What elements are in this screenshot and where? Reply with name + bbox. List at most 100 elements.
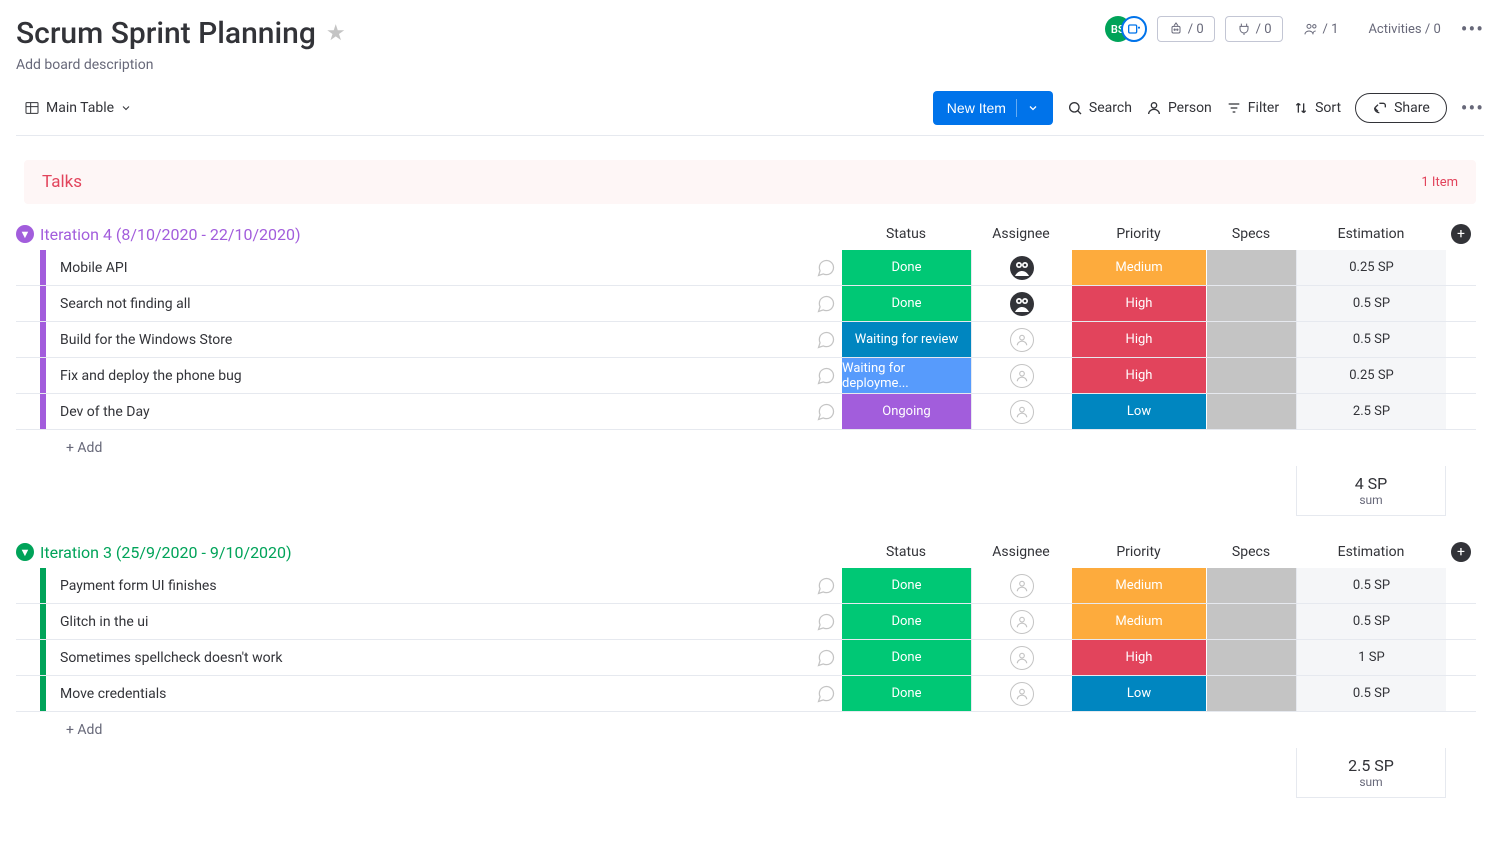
status-cell[interactable]: Done [841, 568, 971, 603]
priority-cell[interactable]: Low [1071, 676, 1206, 711]
chat-icon[interactable] [816, 330, 836, 350]
item-name[interactable]: Build for the Windows Store [46, 322, 811, 357]
chat-icon[interactable] [816, 576, 836, 596]
search-button[interactable]: Search [1067, 100, 1132, 116]
item-name[interactable]: Mobile API [46, 250, 811, 285]
column-header-priority[interactable]: Priority [1071, 538, 1206, 566]
estimation-cell[interactable]: 0.25 SP [1296, 250, 1446, 285]
status-cell[interactable]: Done [841, 640, 971, 675]
estimation-cell[interactable]: 0.5 SP [1296, 322, 1446, 357]
priority-cell[interactable]: High [1071, 640, 1206, 675]
specs-cell[interactable] [1206, 358, 1296, 393]
toolbar-more-icon[interactable]: ••• [1461, 96, 1484, 120]
chat-icon[interactable] [816, 366, 836, 386]
specs-cell[interactable] [1206, 250, 1296, 285]
add-item-button[interactable]: + Add [66, 722, 102, 738]
item-name[interactable]: Glitch in the ui [46, 604, 811, 639]
assignee-empty-icon[interactable] [1010, 574, 1034, 598]
assignee-cell[interactable] [971, 394, 1071, 429]
activities-button[interactable]: Activities / 0 [1358, 18, 1450, 41]
chat-icon[interactable] [816, 612, 836, 632]
person-filter-button[interactable]: Person [1146, 100, 1212, 116]
add-column-button[interactable]: + [1451, 224, 1471, 244]
assignee-empty-icon[interactable] [1010, 682, 1034, 706]
item-name[interactable]: Dev of the Day [46, 394, 811, 429]
assignee-avatar-icon[interactable] [1010, 292, 1034, 316]
priority-cell[interactable]: High [1071, 358, 1206, 393]
board-title[interactable]: Scrum Sprint Planning [16, 16, 316, 51]
status-cell[interactable]: Done [841, 604, 971, 639]
new-item-button[interactable]: New Item [933, 91, 1053, 125]
assignee-cell[interactable] [971, 640, 1071, 675]
avatar-add-icon[interactable] [1121, 16, 1147, 42]
group-title[interactable]: Iteration 3 (25/9/2020 - 9/10/2020) [40, 543, 292, 562]
group-title[interactable]: Iteration 4 (8/10/2020 - 22/10/2020) [40, 225, 301, 244]
column-header-assignee[interactable]: Assignee [971, 220, 1071, 248]
collapse-icon[interactable]: ▼ [16, 543, 34, 561]
view-tab-main-table[interactable]: Main Table [16, 94, 140, 122]
chat-icon[interactable] [816, 402, 836, 422]
share-button[interactable]: Share [1355, 93, 1447, 123]
estimation-cell[interactable]: 0.5 SP [1296, 286, 1446, 321]
add-item-button[interactable]: + Add [66, 440, 102, 456]
item-name[interactable]: Fix and deploy the phone bug [46, 358, 811, 393]
filter-button[interactable]: Filter [1226, 100, 1279, 116]
assignee-cell[interactable] [971, 286, 1071, 321]
chat-icon[interactable] [816, 258, 836, 278]
priority-cell[interactable]: Low [1071, 394, 1206, 429]
priority-cell[interactable]: Medium [1071, 604, 1206, 639]
board-description[interactable]: Add board description [16, 57, 346, 73]
priority-cell[interactable]: High [1071, 286, 1206, 321]
specs-cell[interactable] [1206, 676, 1296, 711]
assignee-cell[interactable] [971, 676, 1071, 711]
chat-icon[interactable] [816, 294, 836, 314]
priority-cell[interactable]: Medium [1071, 568, 1206, 603]
sort-button[interactable]: Sort [1293, 100, 1341, 116]
assignee-cell[interactable] [971, 322, 1071, 357]
priority-cell[interactable]: High [1071, 322, 1206, 357]
estimation-cell[interactable]: 0.5 SP [1296, 568, 1446, 603]
estimation-cell[interactable]: 1 SP [1296, 640, 1446, 675]
column-header-estimation[interactable]: Estimation [1296, 220, 1446, 248]
assignee-cell[interactable] [971, 250, 1071, 285]
specs-cell[interactable] [1206, 640, 1296, 675]
specs-cell[interactable] [1206, 394, 1296, 429]
specs-cell[interactable] [1206, 568, 1296, 603]
priority-cell[interactable]: Medium [1071, 250, 1206, 285]
specs-cell[interactable] [1206, 604, 1296, 639]
column-header-priority[interactable]: Priority [1071, 220, 1206, 248]
integration-plug-button[interactable]: / 0 [1225, 16, 1283, 42]
status-cell[interactable]: Waiting for deployme... [841, 358, 971, 393]
members-button[interactable]: / 1 [1293, 17, 1349, 41]
collapse-icon[interactable]: ▼ [16, 225, 34, 243]
column-header-specs[interactable]: Specs [1206, 220, 1296, 248]
assignee-cell[interactable] [971, 604, 1071, 639]
item-name[interactable]: Sometimes spellcheck doesn't work [46, 640, 811, 675]
estimation-cell[interactable]: 0.5 SP [1296, 604, 1446, 639]
assignee-empty-icon[interactable] [1010, 328, 1034, 352]
status-cell[interactable]: Ongoing [841, 394, 971, 429]
item-name[interactable]: Move credentials [46, 676, 811, 711]
specs-cell[interactable] [1206, 322, 1296, 357]
assignee-cell[interactable] [971, 568, 1071, 603]
chat-icon[interactable] [816, 684, 836, 704]
talks-group-bar[interactable]: Talks 1 Item [24, 160, 1476, 204]
assignee-empty-icon[interactable] [1010, 646, 1034, 670]
status-cell[interactable]: Done [841, 250, 971, 285]
chat-icon[interactable] [816, 648, 836, 668]
item-name[interactable]: Payment form UI finishes [46, 568, 811, 603]
column-header-status[interactable]: Status [841, 538, 971, 566]
column-header-specs[interactable]: Specs [1206, 538, 1296, 566]
estimation-cell[interactable]: 0.5 SP [1296, 676, 1446, 711]
assignee-empty-icon[interactable] [1010, 400, 1034, 424]
status-cell[interactable]: Done [841, 286, 971, 321]
integration-robot-button[interactable]: / 0 [1157, 16, 1215, 42]
estimation-cell[interactable]: 2.5 SP [1296, 394, 1446, 429]
assignee-cell[interactable] [971, 358, 1071, 393]
assignee-empty-icon[interactable] [1010, 610, 1034, 634]
column-header-assignee[interactable]: Assignee [971, 538, 1071, 566]
estimation-cell[interactable]: 0.25 SP [1296, 358, 1446, 393]
assignee-empty-icon[interactable] [1010, 364, 1034, 388]
assignee-avatar-icon[interactable] [1010, 256, 1034, 280]
more-menu-icon[interactable]: ••• [1461, 17, 1484, 41]
